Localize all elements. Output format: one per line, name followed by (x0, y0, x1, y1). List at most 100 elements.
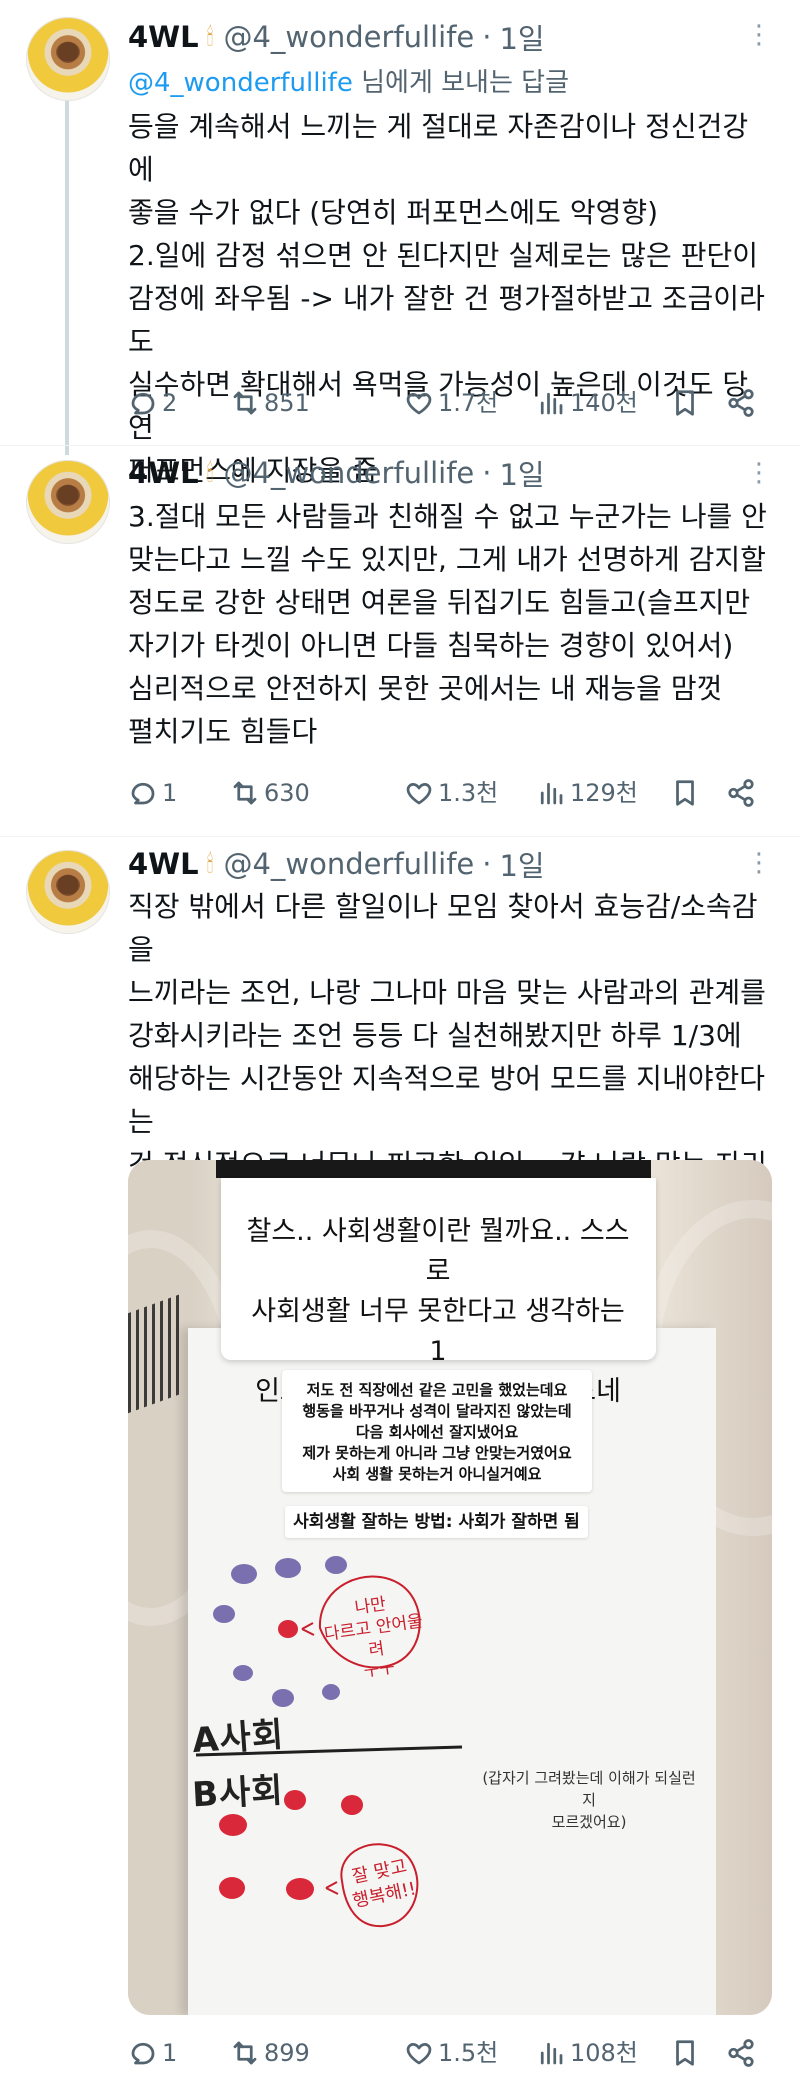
handle[interactable]: @4_wonderfullife (223, 20, 474, 54)
view-count: 129천 (570, 779, 638, 807)
views-icon (540, 2042, 563, 2065)
red-dot (219, 1814, 247, 1836)
avatar[interactable] (26, 850, 110, 934)
share-button[interactable] (726, 772, 760, 814)
like-count: 1.3천 (438, 779, 499, 807)
timestamp[interactable]: 1일 (499, 452, 544, 494)
views-button[interactable]: 140천 (536, 382, 638, 424)
repost-count: 851 (264, 389, 310, 417)
more-icon[interactable]: ⋮ (746, 18, 772, 52)
divider (0, 445, 800, 446)
reply-to-suffix: 님에게 보내는 답글 (352, 68, 569, 98)
repost-icon (233, 2041, 257, 2065)
like-count: 1.7천 (438, 389, 499, 417)
bookmark-icon (676, 780, 694, 806)
separator: · (482, 20, 492, 54)
like-icon (406, 2043, 432, 2065)
avatar[interactable] (26, 460, 110, 544)
red-dot (284, 1790, 306, 1810)
tweet-header: 4WL 🕯 @4_wonderfullife · 1일 (128, 452, 545, 494)
view-count: 108천 (570, 2039, 638, 2067)
repost-count: 630 (264, 779, 310, 807)
handle[interactable]: @4_wonderfullife (223, 847, 474, 881)
reply-to-label: @4_wonderfullife 님에게 보내는 답글 (128, 62, 569, 99)
tweet-actions: 1 630 1.3천 129천 (128, 772, 768, 814)
reply-count: 2 (162, 389, 178, 417)
hand-drawing (195, 1556, 463, 1928)
share-icon (728, 389, 754, 417)
red-dot (278, 1620, 298, 1638)
top-arrow (301, 1622, 315, 1636)
views-button[interactable]: 108천 (536, 2032, 638, 2074)
display-name[interactable]: 4WL (128, 847, 199, 881)
more-icon[interactable]: ⋮ (746, 846, 772, 880)
candle-emoji-icon: 🕯 (206, 23, 214, 51)
repost-button[interactable]: 851 (230, 382, 310, 424)
tweet-body: 3.절대 모든 사람들과 친해질 수 없고 누군가는 나를 안 맞는다고 느낄 … (128, 500, 767, 748)
display-name[interactable]: 4WL (128, 20, 199, 54)
tweet-header: 4WL 🕯 @4_wonderfullife · 1일 (128, 843, 545, 885)
thread-line (65, 95, 69, 455)
side-note: (갑자기 그려봤는데 이해가 되실런지 모르겠어요) (482, 1769, 696, 1831)
like-icon (406, 783, 432, 805)
repost-icon (233, 391, 257, 415)
view-count: 140천 (570, 389, 638, 417)
more-icon[interactable]: ⋮ (746, 456, 772, 490)
like-icon (406, 393, 432, 415)
separator: · (482, 456, 492, 490)
label-b: B사회 (191, 1770, 285, 1816)
views-icon (540, 392, 563, 415)
reply-icon (131, 782, 155, 805)
views-button[interactable]: 129천 (536, 772, 638, 814)
repost-button[interactable]: 630 (230, 772, 310, 814)
share-button[interactable] (726, 382, 760, 424)
purple-dot (213, 1605, 235, 1623)
tweet-actions: 2 851 1.7천 140천 (128, 382, 768, 424)
red-note-top: 나만 다르고 안어울려 ㅜㅜ (322, 1594, 425, 1684)
reply-button[interactable]: 1 (128, 772, 177, 814)
red-dot (286, 1878, 314, 1900)
purple-dot (231, 1564, 257, 1584)
reply-to-handle[interactable]: @4_wonderfullife (128, 68, 353, 98)
purple-dot (275, 1558, 301, 1578)
repost-count: 899 (264, 2039, 310, 2067)
repost-icon (233, 781, 257, 805)
bookmark-icon (676, 2040, 694, 2066)
reply-count: 1 (162, 779, 178, 807)
reply-button[interactable]: 2 (128, 382, 177, 424)
tweet-body: 등을 계속해서 느끼는 게 절대로 자존감이나 정신건강에 좋을 수가 없다 (… (128, 110, 765, 487)
share-icon (728, 779, 754, 807)
display-name[interactable]: 4WL (128, 456, 199, 490)
red-dot (341, 1795, 363, 1815)
like-button[interactable]: 1.7천 (404, 382, 498, 424)
timestamp[interactable]: 1일 (499, 843, 544, 885)
purple-dot (325, 1556, 347, 1574)
bookmark-icon (676, 390, 694, 416)
tweet-image[interactable]: 찰스.. 사회생활이란 뭘까요.. 스스로 사회생활 너무 못한다고 생각하는1… (128, 1160, 772, 2015)
label-a: A사회 (190, 1714, 286, 1762)
divider (0, 836, 800, 837)
like-button[interactable]: 1.5천 (404, 2032, 498, 2074)
reply-count: 1 (162, 2039, 178, 2067)
bookmark-button[interactable] (670, 382, 704, 424)
reply-icon (131, 2042, 155, 2065)
share-button[interactable] (726, 2032, 760, 2074)
separator: · (482, 847, 492, 881)
like-count: 1.5천 (438, 2039, 499, 2067)
like-button[interactable]: 1.3천 (404, 772, 498, 814)
red-dot (219, 1877, 245, 1899)
avatar[interactable] (26, 17, 110, 101)
bottom-arrow (325, 1881, 339, 1895)
purple-dot (233, 1665, 253, 1681)
tweet-actions: 1 899 1.5천 108천 (128, 2032, 768, 2074)
purple-dot (272, 1689, 294, 1707)
bookmark-button[interactable] (670, 772, 704, 814)
views-icon (540, 782, 563, 805)
candle-emoji-icon: 🕯 (206, 459, 214, 487)
repost-button[interactable]: 899 (230, 2032, 310, 2074)
reply-button[interactable]: 1 (128, 2032, 177, 2074)
handle[interactable]: @4_wonderfullife (223, 456, 474, 490)
share-icon (728, 2039, 754, 2067)
bookmark-button[interactable] (670, 2032, 704, 2074)
timestamp[interactable]: 1일 (499, 16, 544, 58)
